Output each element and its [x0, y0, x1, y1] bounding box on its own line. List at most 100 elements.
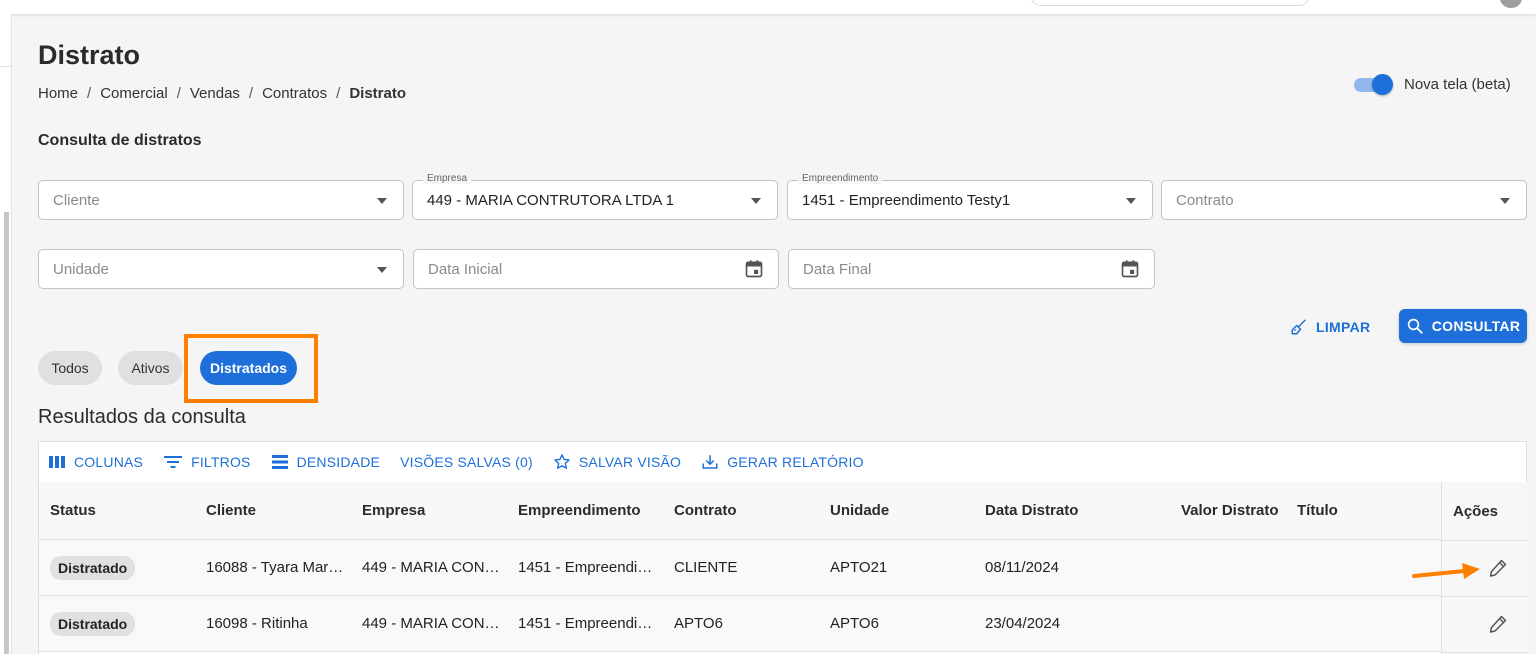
beta-toggle[interactable]: Nova tela (beta) [1352, 74, 1511, 95]
consultar-button[interactable]: CONSULTAR [1399, 309, 1527, 343]
results-title: Resultados da consulta [38, 406, 246, 428]
contrato-cell: APTO6 [674, 615, 723, 632]
column-header-empresa[interactable]: Empresa [362, 482, 500, 539]
empresa-value: 449 - MARIA CONTRUTORA LTDA 1 [427, 192, 675, 209]
visoes-salvas-button[interactable]: VISÕES SALVAS (0) [400, 454, 533, 470]
table-row[interactable]: Distratado 16098 - Ritinha 449 - MARIA C… [39, 596, 1526, 652]
densidade-label: DENSIDADE [296, 454, 381, 470]
columns-icon [49, 456, 65, 468]
column-header-data-distrato[interactable]: Data Distrato [985, 482, 1165, 539]
breadcrumb-contratos[interactable]: Contratos [262, 85, 327, 102]
empreendimento-select[interactable]: Empreendimento 1451 - Empreendimento Tes… [787, 173, 1153, 220]
limpar-button[interactable]: LIMPAR [1290, 314, 1370, 340]
contrato-cell: CLIENTE [674, 559, 738, 576]
empresa-cell: 449 - MARIA CON… [362, 559, 500, 576]
limpar-label: LIMPAR [1316, 319, 1371, 335]
breadcrumb-home[interactable]: Home [38, 85, 78, 102]
rail-scrollbar[interactable] [4, 212, 9, 654]
salvar-visao-button[interactable]: SALVAR VISÃO [553, 453, 681, 471]
data-final-field[interactable]: Data Final [788, 249, 1155, 289]
data-final-placeholder: Data Final [803, 261, 872, 278]
chip-ativos[interactable]: Ativos [118, 351, 183, 385]
breadcrumb-separator: / [176, 85, 181, 102]
empreendimento-value: 1451 - Empreendimento Testy1 [802, 192, 1011, 209]
data-inicial-placeholder: Data Inicial [428, 261, 503, 278]
chevron-down-icon [1500, 198, 1510, 204]
column-header-cliente[interactable]: Cliente [206, 482, 344, 539]
valor-distrato-cell [1181, 596, 1291, 651]
user-avatar[interactable] [1500, 0, 1522, 8]
calendar-icon[interactable] [744, 259, 764, 279]
unidade-cell: APTO21 [830, 559, 888, 576]
section-title: Consulta de distratos [38, 132, 202, 149]
contrato-placeholder: Contrato [1176, 192, 1234, 209]
chevron-down-icon [751, 198, 761, 204]
edit-pencil-icon[interactable] [1486, 556, 1510, 580]
breadcrumb-vendas[interactable]: Vendas [190, 85, 240, 102]
beta-toggle-switch[interactable] [1352, 74, 1394, 95]
unidade-placeholder: Unidade [53, 261, 109, 278]
status-cell: Distratado [50, 540, 200, 595]
column-header-titulo[interactable]: Título [1297, 482, 1417, 539]
breadcrumb-current: Distrato [349, 85, 406, 102]
cliente-placeholder: Cliente [53, 192, 100, 209]
density-icon [271, 455, 288, 469]
calendar-icon[interactable] [1120, 259, 1140, 279]
gerar-relatorio-button[interactable]: GERAR RELATÓRIO [701, 453, 864, 471]
colunas-button[interactable]: COLUNAS [48, 454, 143, 470]
search-icon [1407, 318, 1423, 334]
grid-toolbar: COLUNAS FILTROS DENSIDADE VISÕES SALVAS … [39, 442, 1526, 482]
table-header-row: Status Cliente Empresa Empreendimento Co… [39, 482, 1526, 540]
results-grid: COLUNAS FILTROS DENSIDADE VISÕES SALVAS … [38, 441, 1529, 654]
empresa-select[interactable]: Empresa 449 - MARIA CONTRUTORA LTDA 1 [412, 173, 778, 220]
status-cell: Distratado [50, 596, 200, 651]
global-search-field[interactable] [1030, 0, 1310, 6]
breadcrumb-separator: / [336, 85, 341, 102]
chevron-down-icon [1126, 198, 1136, 204]
colunas-label: COLUNAS [74, 454, 144, 470]
densidade-button[interactable]: DENSIDADE [271, 454, 380, 470]
data-distrato-cell: 08/11/2024 [985, 559, 1059, 576]
status-badge: Distratado [50, 611, 136, 636]
chevron-down-icon [377, 267, 387, 273]
chevron-down-icon [377, 198, 387, 204]
column-header-unidade[interactable]: Unidade [830, 482, 968, 539]
rail-divider [0, 66, 12, 67]
contrato-select[interactable]: Contrato [1161, 180, 1527, 220]
edit-pencil-icon[interactable] [1486, 612, 1510, 636]
status-badge: Distratado [50, 555, 136, 580]
empreendimento-label: Empreendimento [798, 173, 883, 184]
filter-icon [164, 456, 183, 468]
column-header-valor-distrato[interactable]: Valor Distrato [1181, 482, 1291, 539]
empresa-cell: 449 - MARIA CON… [362, 615, 500, 632]
column-header-empreendimento[interactable]: Empreendimento [518, 482, 656, 539]
annotation-arrow-icon [1412, 563, 1480, 579]
consultar-label: CONSULTAR [1431, 318, 1521, 334]
page-title: Distrato [38, 40, 141, 70]
unidade-cell: APTO6 [830, 615, 879, 632]
column-header-acoes: Ações [1453, 502, 1499, 520]
empresa-label: Empresa [423, 173, 472, 184]
breadcrumb: Home / Comercial / Vendas / Contratos / … [38, 85, 406, 102]
breadcrumb-separator: / [248, 85, 254, 102]
cliente-cell: 16088 - Tyara Mar… [206, 559, 344, 576]
cliente-select[interactable]: Cliente [38, 180, 404, 220]
chip-todos[interactable]: Todos [38, 351, 102, 385]
top-app-bar [0, 0, 1536, 14]
salvar-visao-label: SALVAR VISÃO [578, 454, 682, 470]
table-row[interactable]: Distratado 16088 - Tyara Mar… 449 - MARI… [39, 540, 1526, 596]
star-icon [554, 454, 570, 469]
data-inicial-field[interactable]: Data Inicial [413, 249, 779, 289]
column-header-status[interactable]: Status [50, 482, 200, 539]
broom-icon [1291, 319, 1306, 335]
data-distrato-cell: 23/04/2024 [985, 615, 1061, 632]
filtros-button[interactable]: FILTROS [163, 454, 250, 470]
unidade-select[interactable]: Unidade [38, 249, 404, 289]
column-header-contrato[interactable]: Contrato [674, 482, 812, 539]
titulo-cell [1297, 596, 1417, 651]
breadcrumb-comercial[interactable]: Comercial [100, 85, 168, 102]
cliente-cell: 16098 - Ritinha [206, 615, 308, 632]
breadcrumb-separator: / [87, 85, 92, 102]
visoes-salvas-label: VISÕES SALVAS (0) [400, 454, 533, 470]
left-navigation-rail [0, 14, 12, 654]
